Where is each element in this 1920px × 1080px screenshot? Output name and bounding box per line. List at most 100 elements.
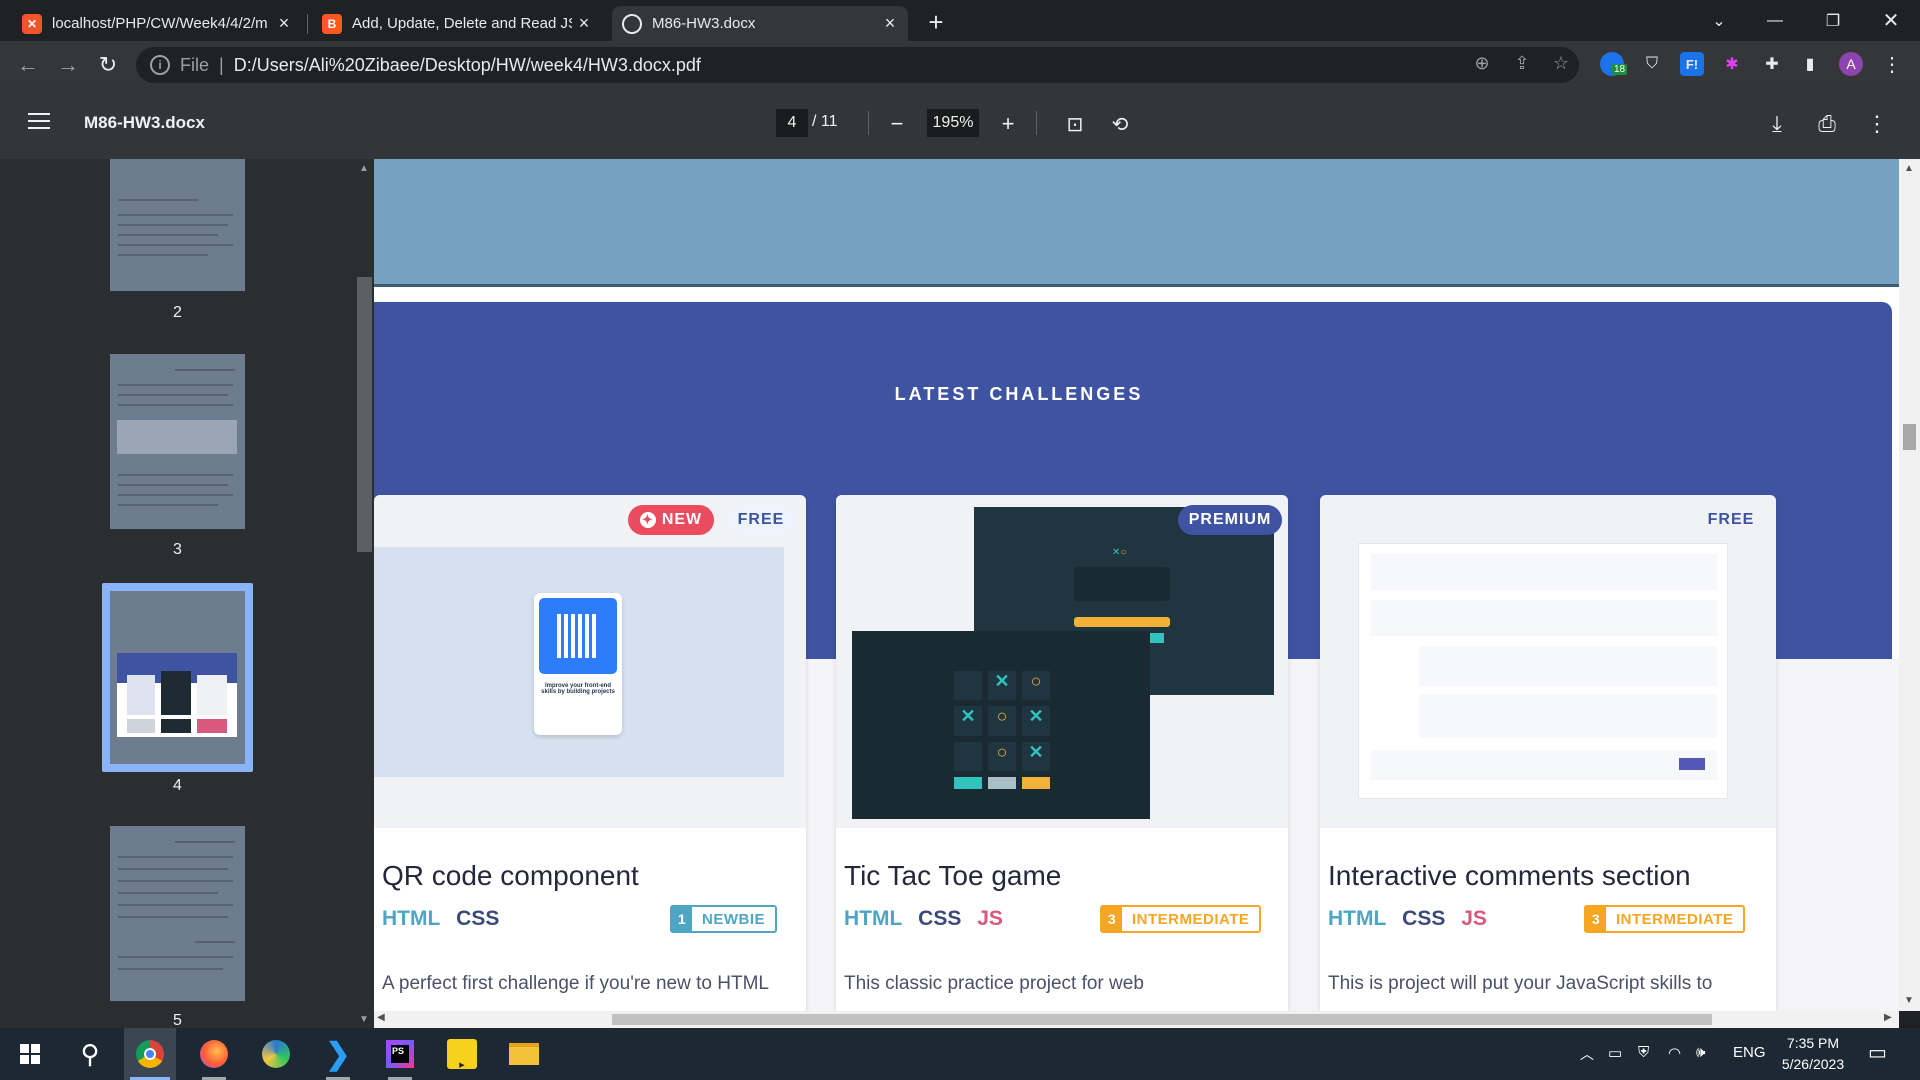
tab-localhost[interactable]: ✕ localhost/PHP/CW/Week4/4/2/m ×	[12, 6, 302, 41]
volume-icon[interactable]: 🕪	[1696, 1044, 1705, 1061]
card-preview-image: Improve your front-end skills by buildin…	[374, 495, 806, 828]
premium-badge: PREMIUM	[1178, 505, 1282, 535]
card-title[interactable]: Tic Tac Toe game	[844, 860, 1061, 892]
search-icon[interactable]: ⚲	[64, 1028, 116, 1080]
clock[interactable]: 7:35 PM 5/26/2023	[1775, 1033, 1851, 1075]
firefox-icon[interactable]	[188, 1028, 240, 1080]
difficulty-badge: 3 INTERMEDIATE	[1584, 905, 1746, 933]
card-description: A perfect first challenge if you're new …	[382, 973, 769, 994]
tag-css: CSS	[456, 907, 500, 930]
tab-title: Add, Update, Delete and Read JS	[352, 15, 572, 32]
back-button[interactable]: ←	[12, 49, 44, 81]
share-icon[interactable]: ⇪	[1508, 49, 1536, 77]
thumbnail-page-5[interactable]	[110, 826, 245, 1001]
show-hidden-icons-icon[interactable]: ︿	[1580, 1044, 1594, 1064]
close-window-button[interactable]: ✕	[1868, 0, 1914, 41]
windows-taskbar: ⚲ ❯ PS ▶ ︿ ▭ ⛨ ◠ 🕪 ENG 7:35 PM 5/26/2023…	[0, 1028, 1920, 1080]
info-icon[interactable]: i	[150, 55, 170, 75]
language-indicator[interactable]: ENG	[1733, 1044, 1766, 1061]
windows-start-icon[interactable]	[4, 1028, 56, 1080]
challenge-card-qr[interactable]: Improve your front-end skills by buildin…	[374, 495, 806, 1011]
sidebar-scrollbar[interactable]: ▲ ▼	[355, 159, 374, 1028]
tab-m86-hw3[interactable]: M86-HW3.docx ×	[612, 6, 908, 41]
battery-icon[interactable]: ▭	[1608, 1044, 1622, 1062]
wifi-icon[interactable]: ◠	[1668, 1044, 1681, 1062]
browser-toolbar: ← → ↻ i File | D:/Users/Ali%20Zibaee/Des…	[0, 41, 1920, 89]
print-icon[interactable]: ⎙	[1812, 109, 1842, 139]
translate-icon[interactable]: F!	[1680, 52, 1704, 76]
minimize-button[interactable]: —	[1752, 0, 1798, 41]
zoom-icon[interactable]: ⊕	[1468, 49, 1496, 77]
bookmark-star-icon[interactable]: ☆	[1547, 49, 1575, 77]
tag-html: HTML	[1328, 907, 1387, 930]
zoom-in-icon[interactable]: +	[993, 109, 1023, 139]
edge-dev-icon[interactable]	[250, 1028, 302, 1080]
thumbnail-page-4-selected[interactable]	[102, 583, 253, 772]
free-badge: FREE	[1707, 511, 1755, 528]
forward-button[interactable]: →	[52, 49, 84, 81]
color-picker-icon[interactable]: ✱	[1720, 52, 1744, 76]
card-title[interactable]: QR code component	[382, 860, 639, 892]
new-badge: ✦ NEW	[628, 505, 714, 535]
menu-kebab-icon[interactable]: ⋮	[1880, 52, 1904, 76]
scheme-label: File	[180, 54, 210, 75]
extension-icon[interactable]: 18	[1600, 52, 1628, 76]
page-top-banner	[374, 159, 1899, 287]
side-panel-icon[interactable]: ▮	[1798, 52, 1822, 76]
page-horizontal-scrollbar[interactable]: ◀ ▶	[374, 1011, 1899, 1028]
close-tab-icon[interactable]: ×	[572, 13, 596, 34]
close-tab-icon[interactable]: ×	[272, 13, 296, 34]
tab-strip: ✕ localhost/PHP/CW/Week4/4/2/m × B Add, …	[0, 0, 1920, 41]
file-explorer-icon[interactable]	[498, 1028, 550, 1080]
tag-js: JS	[977, 907, 1003, 930]
player-icon[interactable]: ▶	[436, 1028, 488, 1080]
tab-title: localhost/PHP/CW/Week4/4/2/m	[52, 15, 268, 32]
puzzle-icon[interactable]: ✚	[1760, 52, 1784, 76]
phpstorm-icon[interactable]: PS	[374, 1028, 426, 1080]
menu-icon[interactable]	[28, 113, 50, 129]
fit-page-icon[interactable]: ⊡	[1060, 109, 1090, 139]
extension-badge: 18	[1612, 64, 1628, 75]
pdf-page: LATEST CHALLENGES Improve your front-end…	[374, 159, 1899, 1011]
new-tab-button[interactable]: +	[920, 6, 952, 38]
tag-html: HTML	[382, 907, 441, 930]
reload-button[interactable]: ↻	[92, 49, 124, 81]
blogger-icon: B	[322, 13, 342, 34]
tab-add-update-delete[interactable]: B Add, Update, Delete and Read JS ×	[312, 6, 602, 41]
page-vertical-scrollbar[interactable]: ▲ ▼	[1899, 159, 1920, 1011]
clock-date: 5/26/2023	[1781, 1056, 1845, 1072]
vscode-icon[interactable]: ❯	[312, 1028, 364, 1080]
more-options-icon[interactable]: ⋮	[1862, 109, 1892, 139]
page-number-input[interactable]: 4	[776, 109, 808, 137]
chrome-icon[interactable]	[124, 1028, 176, 1080]
card-tags: HTML CSS JS	[1328, 907, 1487, 931]
profile-avatar[interactable]: A	[1839, 52, 1863, 76]
thumbnail-number: 4	[173, 777, 182, 794]
tab-title: M86-HW3.docx	[652, 15, 756, 32]
rotate-icon[interactable]: ⟲	[1105, 109, 1135, 139]
tag-html: HTML	[844, 907, 903, 930]
shield-icon[interactable]: ⛉	[1640, 52, 1664, 76]
notification-icon[interactable]: ▭	[1868, 1040, 1887, 1065]
restore-button[interactable]: ❐	[1810, 0, 1856, 41]
pdf-viewport: LATEST CHALLENGES Improve your front-end…	[374, 159, 1899, 1011]
card-tags: HTML CSS	[382, 907, 509, 931]
zoom-input[interactable]: 195%	[927, 109, 979, 137]
tag-css: CSS	[1402, 907, 1446, 930]
free-badge: FREE	[726, 505, 796, 535]
card-tags: HTML CSS JS	[844, 907, 1003, 931]
qr-caption: Improve your front-end skills by buildin…	[541, 683, 615, 695]
card-title[interactable]: Interactive comments section	[1328, 860, 1691, 892]
star-icon: ✦	[639, 512, 656, 528]
thumbnail-page-2[interactable]	[110, 159, 245, 291]
close-tab-icon[interactable]: ×	[878, 13, 902, 34]
download-icon[interactable]: ⤓	[1762, 109, 1792, 139]
thumbnail-page-3[interactable]	[110, 354, 245, 529]
address-bar[interactable]: i File | D:/Users/Ali%20Zibaee/Desktop/H…	[136, 47, 1579, 83]
xampp-icon: ✕	[22, 13, 42, 34]
challenge-card-tictactoe[interactable]: ✕○ ✕ ○ ✕ ○ ✕ ○ ✕ PREMIUM Tic Tac Toe gam…	[836, 495, 1288, 1011]
challenge-card-comments[interactable]: FREE Interactive comments section HTML C…	[1320, 495, 1776, 1011]
zoom-out-icon[interactable]: −	[882, 109, 912, 139]
security-icon[interactable]: ⛨	[1638, 1044, 1649, 1061]
tab-search-icon[interactable]: ⌄	[1696, 0, 1742, 41]
